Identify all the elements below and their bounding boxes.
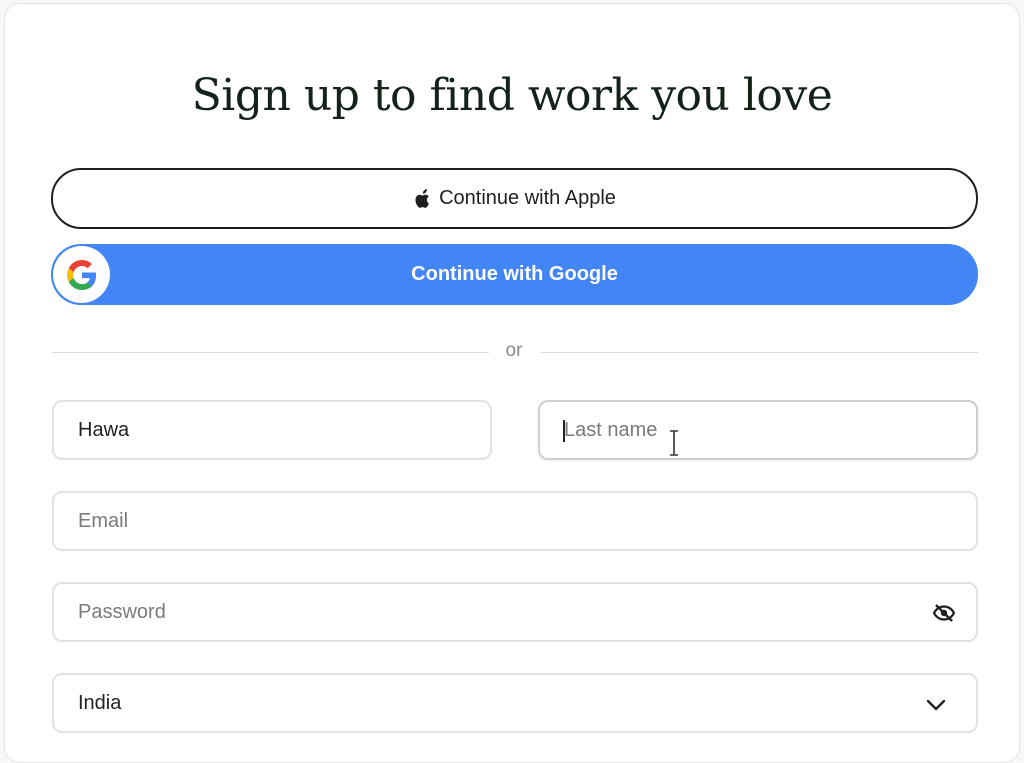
page-title: Sign up to find work you love <box>191 70 833 121</box>
password-placeholder: Password <box>78 601 166 623</box>
first-name-field[interactable]: Hawa <box>52 400 492 460</box>
divider-line-left <box>52 352 489 353</box>
apple-logo-icon <box>413 188 431 209</box>
password-field[interactable]: Password <box>52 582 978 642</box>
last-name-field[interactable]: Last name <box>538 400 978 460</box>
divider-line-right <box>541 352 978 353</box>
email-field[interactable]: Email <box>52 491 978 551</box>
country-selected-value: India <box>78 692 122 714</box>
continue-with-google-button[interactable]: Continue with Google <box>51 244 978 305</box>
country-select[interactable]: India <box>52 673 978 733</box>
email-placeholder: Email <box>78 510 129 532</box>
divider-text: or <box>505 340 523 361</box>
google-button-label: Continue with Google <box>411 263 618 285</box>
apple-button-label: Continue with Apple <box>439 187 616 209</box>
ibeam-cursor-icon <box>668 430 680 461</box>
continue-with-apple-button[interactable]: Continue with Apple <box>51 168 978 229</box>
first-name-value: Hawa <box>78 419 130 441</box>
last-name-placeholder: Last name <box>564 419 658 441</box>
eye-slash-icon[interactable] <box>932 601 956 625</box>
chevron-down-icon <box>924 693 948 717</box>
